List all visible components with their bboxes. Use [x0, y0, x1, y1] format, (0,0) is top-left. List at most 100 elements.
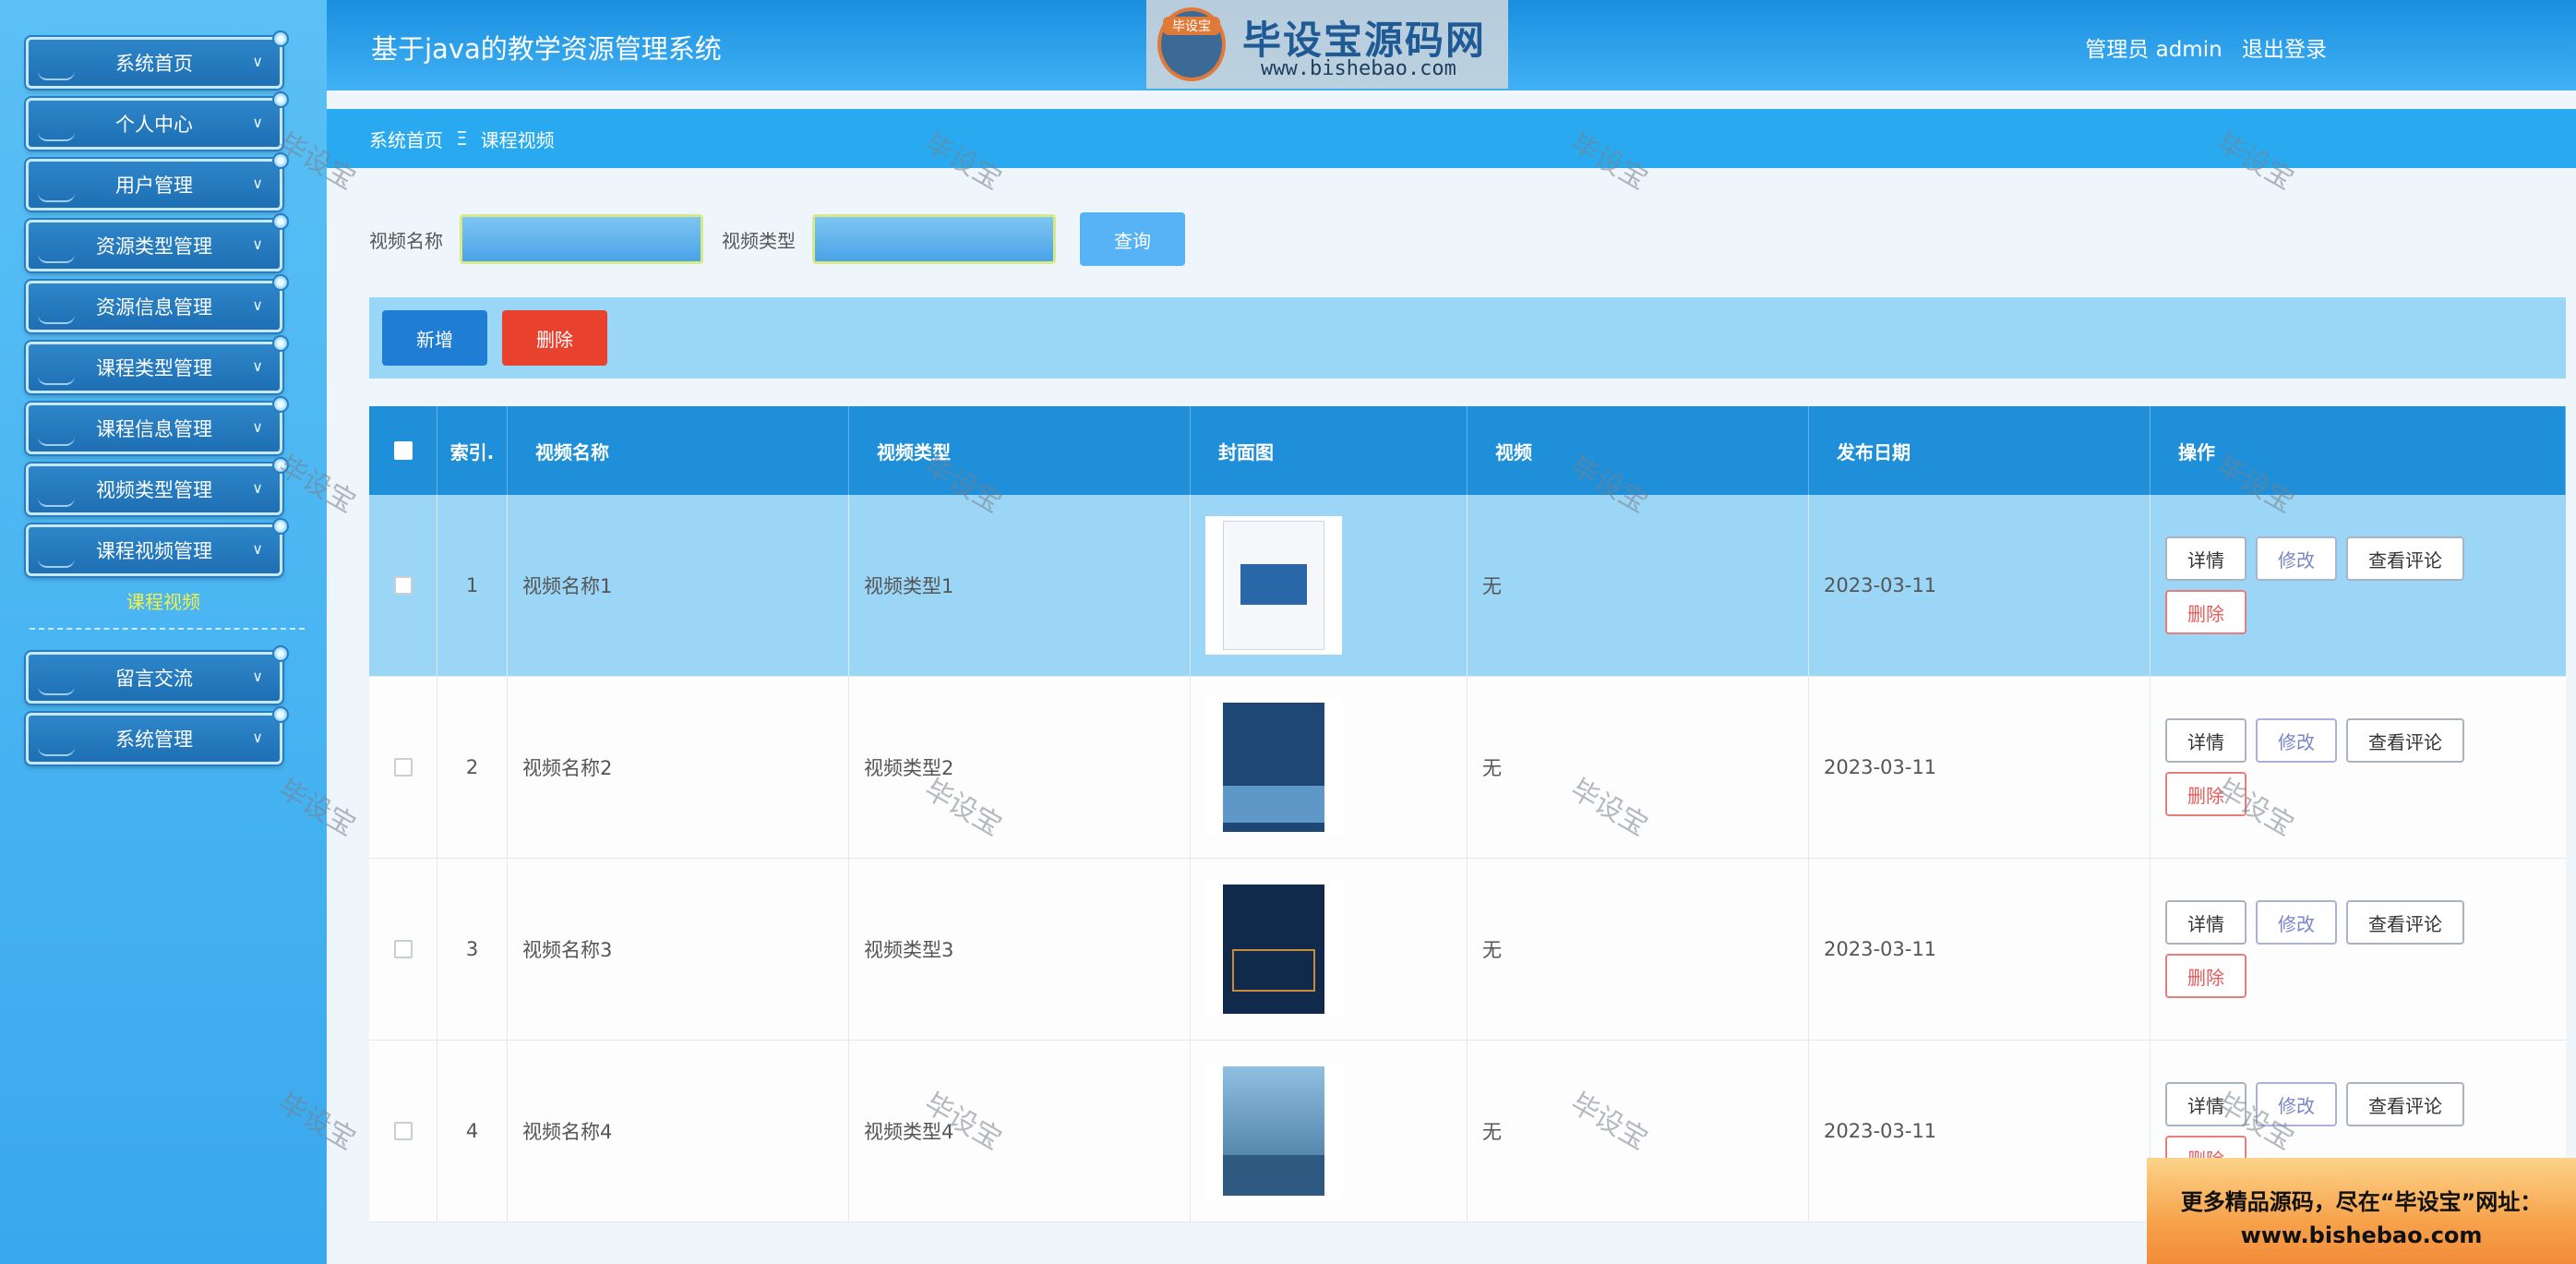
batch-delete-button[interactable]: 删除 [502, 310, 607, 366]
cover-image[interactable] [1205, 516, 1342, 655]
header-ops: 操作 [2151, 406, 2566, 495]
view-comments-button[interactable]: 查看评论 [2346, 1082, 2464, 1126]
row-name: 视频名称1 [508, 495, 849, 676]
orb-icon [272, 30, 289, 47]
orb-icon [272, 335, 289, 352]
orb-icon [272, 396, 289, 413]
edit-button[interactable]: 修改 [2256, 900, 2337, 945]
sidebar-item-users[interactable]: 用户管理 ∨ [26, 152, 289, 211]
header-video: 视频 [1468, 406, 1809, 495]
admin-label: 管理员 admin [2085, 38, 2223, 62]
sidebar-item-messages[interactable]: 留言交流 ∨ [26, 645, 289, 704]
logo-badge-text: 毕设宝 [1163, 17, 1220, 35]
orb-icon [272, 645, 289, 662]
orb-icon [272, 706, 289, 723]
sidebar-item-resource-types[interactable]: 资源类型管理 ∨ [26, 213, 289, 271]
video-table: 索引. 视频名称 视频类型 封面图 视频 发布日期 操作 1 视频名称1 视频类… [369, 406, 2566, 1222]
row-date: 2023-03-11 [1809, 495, 2151, 676]
table-row[interactable]: 3 视频名称3 视频类型3 无 2023-03-11 详情 修改 查看评论 删除 [369, 859, 2566, 1041]
delete-button[interactable]: 删除 [2165, 954, 2247, 998]
edit-button[interactable]: 修改 [2256, 718, 2337, 763]
row-name: 视频名称4 [508, 1041, 849, 1222]
logout-link[interactable]: 退出登录 [2242, 38, 2327, 62]
breadcrumb-current: 课程视频 [480, 128, 555, 151]
row-type: 视频类型2 [849, 677, 1191, 858]
row-index: 1 [437, 495, 508, 676]
watermark-logo: 毕设宝 毕设宝源码网 www.bishebao.com [1146, 0, 1508, 89]
detail-button[interactable]: 详情 [2165, 900, 2247, 945]
promo-line-1: 更多精品源码，尽在“毕设宝”网址： [2180, 1189, 2543, 1215]
header-cover: 封面图 [1191, 406, 1468, 495]
breadcrumb-separator: Ξ [456, 127, 468, 150]
book-cover-thumbnail [1223, 885, 1324, 1014]
chevron-down-icon: ∨ [252, 728, 263, 746]
swirl-decoration [38, 437, 75, 446]
sidebar-item-video-types[interactable]: 视频类型管理 ∨ [26, 457, 289, 515]
sidebar-item-resource-info[interactable]: 资源信息管理 ∨ [26, 274, 289, 332]
video-type-input[interactable] [812, 214, 1056, 264]
detail-button[interactable]: 详情 [2165, 1082, 2247, 1126]
header-checkbox-cell [369, 406, 437, 495]
swirl-decoration [38, 498, 75, 507]
delete-button[interactable]: 删除 [2165, 590, 2247, 634]
cover-image[interactable] [1205, 1062, 1342, 1200]
detail-button[interactable]: 详情 [2165, 718, 2247, 763]
orb-icon [272, 518, 289, 535]
row-type: 视频类型4 [849, 1041, 1191, 1222]
swirl-decoration [38, 315, 75, 324]
row-cover-cell [1191, 495, 1468, 676]
table-row[interactable]: 1 视频名称1 视频类型1 无 2023-03-11 详情 修改 查看评论 删除 [369, 495, 2566, 677]
sidebar-item-course-info[interactable]: 课程信息管理 ∨ [26, 396, 289, 454]
row-checkbox[interactable] [393, 576, 413, 595]
breadcrumb: 系统首页 Ξ 课程视频 [327, 109, 2576, 168]
book-cover-thumbnail [1223, 703, 1324, 832]
sidebar-item-course-videos[interactable]: 课程视频管理 ∨ [26, 518, 289, 576]
sidebar-item-system[interactable]: 系统管理 ∨ [26, 706, 289, 764]
sidebar: 系统首页 ∨ 个人中心 ∨ 用户管理 ∨ 资源类型管理 ∨ 资源信息管理 ∨ 课程类型管理… [0, 0, 327, 1264]
edit-button[interactable]: 修改 [2256, 1082, 2337, 1126]
row-ops: 详情 修改 查看评论 删除 [2151, 495, 2566, 676]
orb-icon [272, 213, 289, 230]
row-checkbox[interactable] [393, 758, 413, 776]
cover-image[interactable] [1205, 698, 1342, 837]
view-comments-button[interactable]: 查看评论 [2346, 900, 2464, 945]
sidebar-subitem-course-video[interactable]: 课程视频 [0, 587, 327, 614]
sidebar-item-home[interactable]: 系统首页 ∨ [26, 30, 289, 89]
delete-button[interactable]: 删除 [2165, 772, 2247, 816]
orb-icon [272, 91, 289, 108]
edit-button[interactable]: 修改 [2256, 536, 2337, 581]
swirl-decoration [38, 71, 75, 80]
row-date: 2023-03-11 [1809, 859, 2151, 1040]
sidebar-item-label: 课程视频管理 [96, 540, 212, 562]
row-ops: 详情 修改 查看评论 删除 [2151, 677, 2566, 858]
cover-image[interactable] [1205, 880, 1342, 1018]
video-name-input[interactable] [460, 214, 703, 264]
chevron-down-icon: ∨ [252, 418, 263, 436]
row-checkbox[interactable] [393, 1122, 413, 1140]
header-date: 发布日期 [1809, 406, 2151, 495]
breadcrumb-home[interactable]: 系统首页 [369, 126, 443, 152]
row-checkbox-cell [369, 677, 437, 858]
chevron-down-icon: ∨ [252, 357, 263, 375]
sidebar-item-course-types[interactable]: 课程类型管理 ∨ [26, 335, 289, 393]
row-name: 视频名称3 [508, 859, 849, 1040]
query-button[interactable]: 查询 [1080, 212, 1185, 266]
row-checkbox[interactable] [393, 940, 413, 958]
detail-button[interactable]: 详情 [2165, 536, 2247, 581]
select-all-checkbox[interactable] [393, 441, 413, 460]
swirl-decoration [38, 559, 75, 568]
row-checkbox-cell [369, 495, 437, 676]
user-info: 管理员 admin 退出登录 [2072, 31, 2327, 63]
sidebar-item-profile[interactable]: 个人中心 ∨ [26, 91, 289, 150]
view-comments-button[interactable]: 查看评论 [2346, 718, 2464, 763]
table-row[interactable]: 2 视频名称2 视频类型2 无 2023-03-11 详情 修改 查看评论 删除 [369, 677, 2566, 859]
promo-banner[interactable]: 更多精品源码，尽在“毕设宝”网址： www.bishebao.com [2147, 1158, 2576, 1264]
swirl-decoration [38, 747, 75, 756]
logo-url: www.bishebao.com [1261, 57, 1456, 80]
add-button[interactable]: 新增 [382, 310, 487, 366]
row-index: 2 [437, 677, 508, 858]
view-comments-button[interactable]: 查看评论 [2346, 536, 2464, 581]
sidebar-item-label: 系统管理 [115, 728, 193, 751]
sidebar-item-label: 用户管理 [115, 175, 193, 197]
row-video: 无 [1468, 495, 1809, 676]
